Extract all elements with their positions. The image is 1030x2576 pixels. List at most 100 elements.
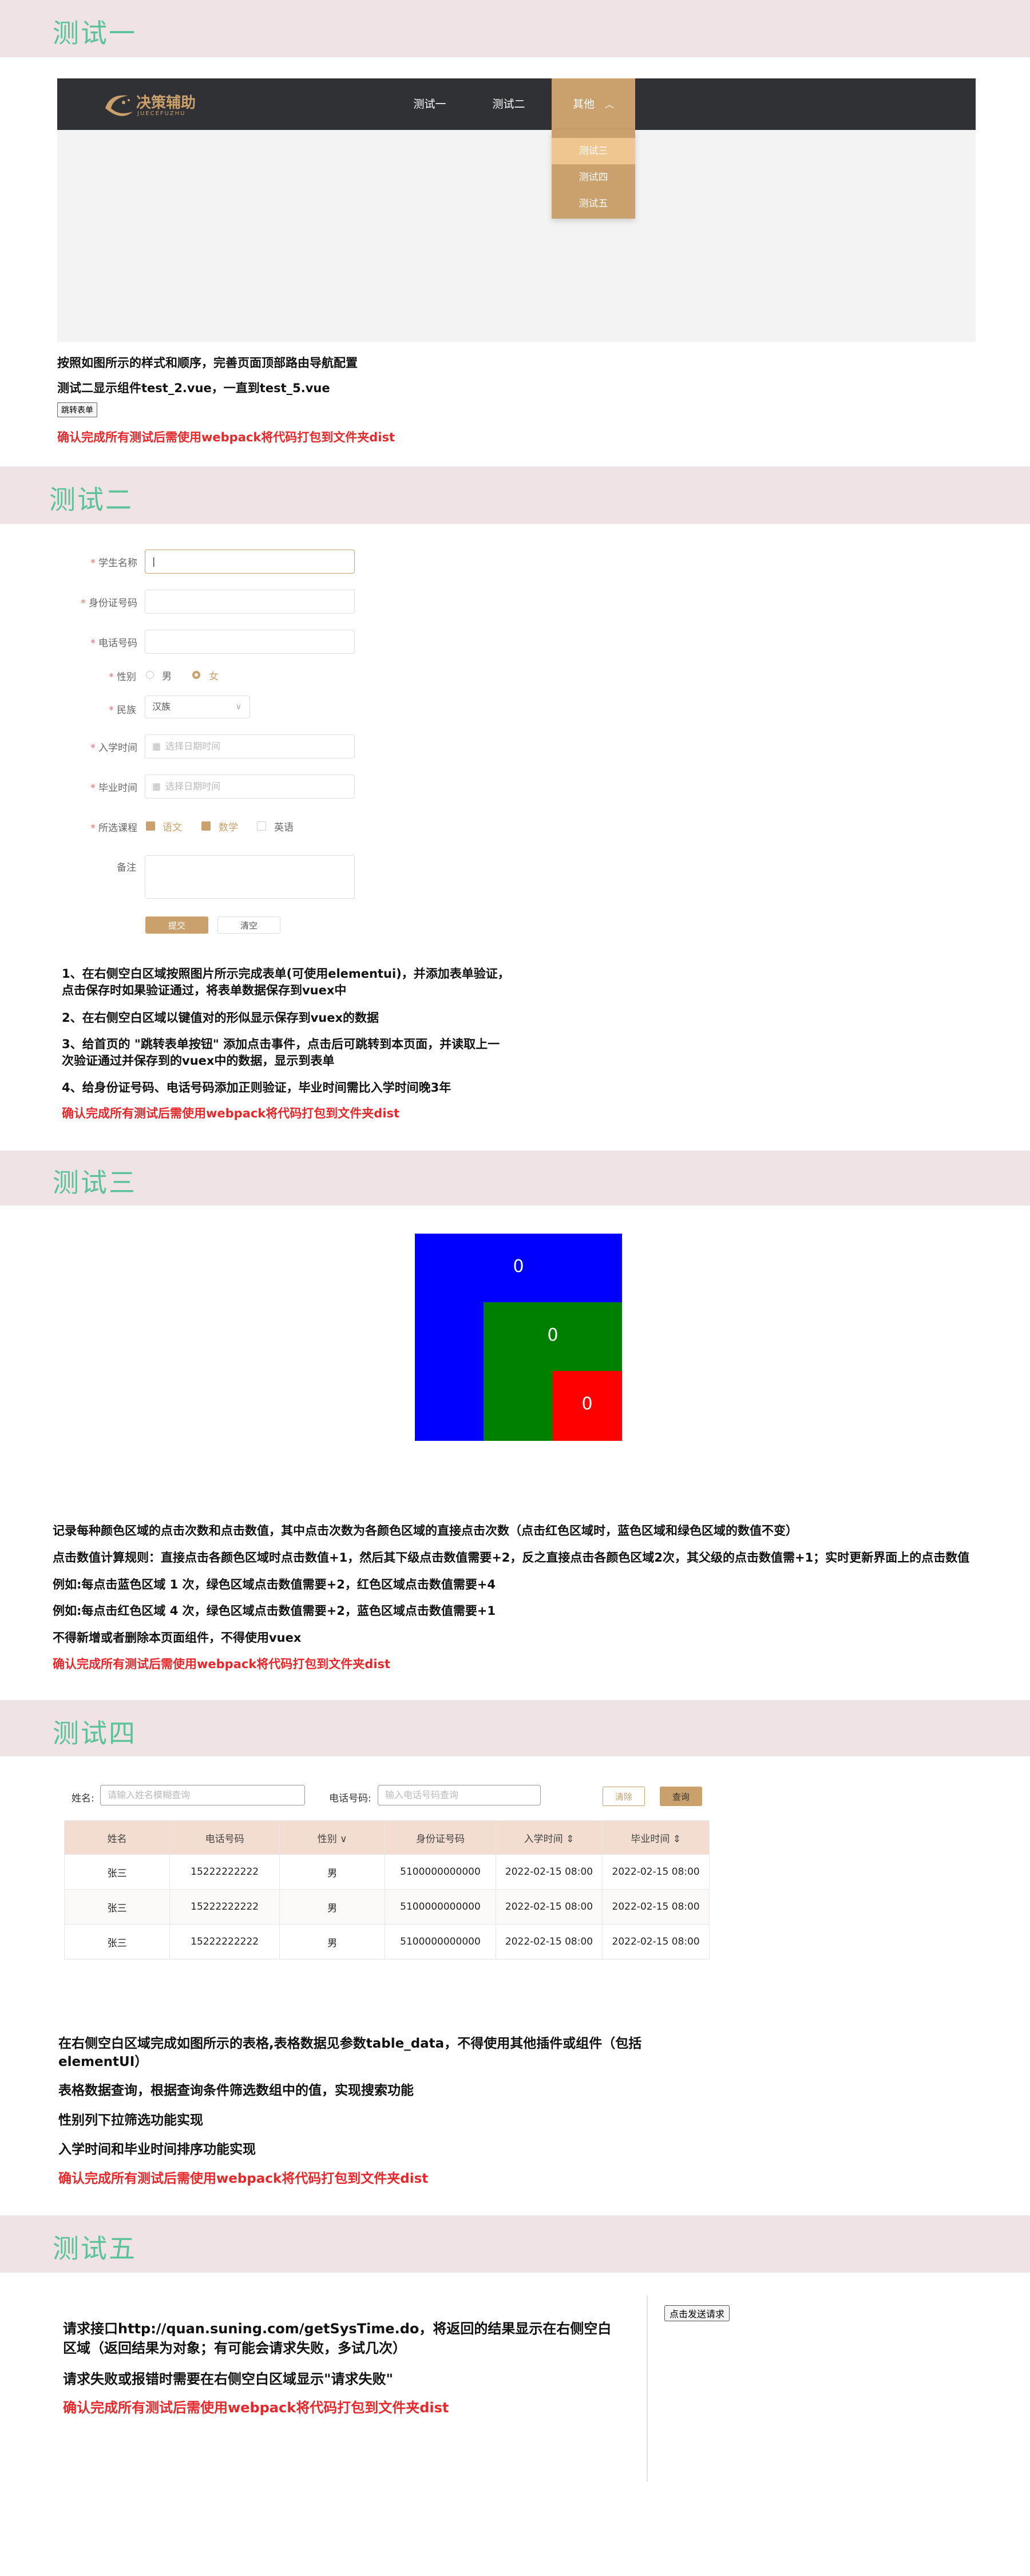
test3-desc-3: 例如:每点击蓝色区域 1 次，绿色区域点击数值需要+2，红色区域点击数值需要+4	[53, 1578, 496, 1591]
send-request-button[interactable]: 点击发送请求	[664, 2305, 730, 2321]
nation-select-value: 汉族	[152, 701, 171, 712]
table-cell: 2022-02-15 08:00	[495, 1854, 603, 1890]
nav-item-other[interactable]: 其他 ︿	[552, 78, 635, 130]
course-checkbox-chinese[interactable]	[146, 821, 155, 831]
table-row: 张三 15222222222 男 5100000000000 2022-02-1…	[64, 1924, 710, 1959]
label-nation: * 民族	[109, 705, 136, 716]
course-checkbox-english[interactable]	[257, 821, 266, 831]
graduate-time-picker[interactable]: ▦ 选择日期时间	[145, 775, 355, 799]
table-cell: 2022-02-15 08:00	[495, 1924, 603, 1959]
table-cell: 张三	[64, 1854, 171, 1890]
jump-form-button[interactable]: 跳转表单	[57, 402, 97, 417]
label-gender: * 性别	[109, 671, 136, 683]
test1-header: 测试一	[0, 0, 1030, 57]
test1-desc-2: 测试二显示组件test_2.vue，一直到test_5.vue	[57, 381, 330, 395]
test3-title: 测试三	[53, 1167, 137, 1198]
logo-swoosh-icon	[105, 95, 133, 116]
nav-item-other-label: 其他	[572, 98, 595, 110]
name-search-input[interactable]: 请输入姓名模糊查询	[100, 1785, 305, 1805]
enroll-time-placeholder: 选择日期时间	[165, 741, 221, 752]
test1-blank-area	[57, 130, 976, 342]
test4-title: 测试四	[53, 1718, 137, 1749]
table-cell: 张三	[64, 1889, 171, 1925]
course-checkbox-math[interactable]	[201, 821, 211, 831]
id-number-input[interactable]	[145, 590, 355, 614]
label-enroll-time: * 入学时间	[90, 742, 137, 754]
blue-click-count: 0	[513, 1257, 524, 1277]
gender-female-label: 女	[209, 671, 219, 682]
test2-step-3b: 次验证通过并保存到的vuex中的数据，显示到表单	[62, 1054, 335, 1068]
table-cell: 2022-02-15 08:00	[602, 1889, 710, 1925]
label-graduate-time: * 毕业时间	[90, 783, 137, 794]
col-gender-filter[interactable]: 性别 ∨	[279, 1820, 386, 1855]
test3-desc-4: 例如:每点击红色区域 4 次，绿色区域点击数值需要+2，蓝色区域点击数值需要+1	[53, 1604, 496, 1618]
test4-desc-1b: elementUI）	[58, 2055, 148, 2069]
test2-title: 测试二	[49, 484, 133, 515]
course-math-label: 数学	[219, 822, 238, 833]
table-row: 张三 15222222222 男 5100000000000 2022-02-1…	[64, 1889, 710, 1925]
green-click-count: 0	[547, 1325, 558, 1345]
col-graduate-sort[interactable]: 毕业时间 ⇕	[602, 1820, 710, 1855]
query-button[interactable]: 查询	[660, 1787, 702, 1806]
label-phone: * 电话号码	[90, 638, 137, 649]
nav-dropdown-menu: 测试三 测试四 测试五	[552, 130, 635, 219]
test4-desc-3: 性别列下拉筛选功能实现	[58, 2113, 203, 2128]
test4-desc-1a: 在右侧空白区域完成如图所示的表格,表格数据见参数table_data，不得使用其…	[58, 2036, 642, 2051]
enroll-time-picker[interactable]: ▦ 选择日期时间	[145, 734, 355, 758]
gender-radio-male[interactable]	[146, 671, 154, 679]
test3-note: 确认完成所有测试后需使用webpack将代码打包到文件夹dist	[53, 1657, 391, 1671]
table-cell: 15222222222	[169, 1889, 280, 1925]
green-area[interactable]: 0 0	[484, 1302, 622, 1441]
nav-item-test1[interactable]: 测试一	[398, 78, 461, 130]
red-click-count: 0	[581, 1394, 593, 1414]
test2-header: 测试二	[0, 467, 1030, 524]
gender-male-label: 男	[162, 671, 172, 682]
submit-button[interactable]: 提交	[145, 916, 208, 934]
calendar-icon: ▦	[152, 741, 161, 752]
table-cell: 2022-02-15 08:00	[602, 1854, 710, 1890]
test5-title: 测试五	[53, 2233, 137, 2264]
test2-step-4: 4、给身份证号码、电话号码添加正则验证，毕业时间需比入学时间晚3年	[62, 1081, 451, 1095]
remark-textarea[interactable]	[145, 855, 355, 899]
dropdown-item-test4[interactable]: 测试四	[552, 164, 635, 191]
dropdown-item-test5[interactable]: 测试五	[552, 191, 635, 217]
chevron-down-icon: ∨	[235, 702, 241, 712]
test1-note: 确认完成所有测试后需使用webpack将代码打包到文件夹dist	[57, 430, 395, 444]
label-id-number: * 身份证号码	[81, 598, 137, 609]
calendar-icon: ▦	[152, 781, 161, 792]
table-cell: 张三	[64, 1924, 171, 1959]
nation-select[interactable]: 汉族 ∨	[145, 696, 250, 718]
graduate-time-placeholder: 选择日期时间	[165, 781, 221, 792]
col-enroll-sort[interactable]: 入学时间 ⇕	[495, 1820, 603, 1855]
red-area[interactable]: 0	[552, 1371, 622, 1441]
dropdown-item-test3[interactable]: 测试三	[552, 138, 635, 164]
clear-form-button[interactable]: 清空	[217, 916, 280, 934]
table-cell: 15222222222	[169, 1854, 280, 1890]
test4-header: 测试四	[0, 1700, 1030, 1756]
test5-header: 测试五	[0, 2215, 1030, 2273]
blue-area[interactable]: 0 0 0	[415, 1234, 622, 1441]
nav-item-test2[interactable]: 测试二	[477, 78, 540, 130]
phone-search-input[interactable]: 输入电话号码查询	[378, 1785, 541, 1805]
chevron-up-icon: ︿	[605, 99, 615, 110]
test5-desc-2: 区域（返回结果为对象；有可能会请求失败，多试几次）	[63, 2340, 406, 2356]
logo-text: 决策辅助	[136, 94, 196, 112]
col-name: 姓名	[64, 1820, 171, 1855]
phone-input[interactable]	[145, 630, 355, 654]
label-courses: * 所选课程	[90, 823, 137, 834]
student-table: 姓名 电话号码 性别 ∨ 身份证号码 入学时间 ⇕ 毕业时间 ⇕ 张三 1522…	[64, 1820, 710, 1959]
test3-desc-2: 点击数值计算规则：直接点击各颜色区域时点击数值+1，然后其下级点击数值需要+2，…	[53, 1551, 970, 1564]
logo-subtext: JUECEFUZHU	[137, 110, 186, 117]
test5-desc-1: 请求接口http://quan.suning.com/getSysTime.do…	[63, 2321, 612, 2337]
course-english-label: 英语	[274, 822, 294, 833]
test5-note: 确认完成所有测试后需使用webpack将代码打包到文件夹dist	[63, 2400, 449, 2416]
clear-search-button[interactable]: 清除	[603, 1787, 645, 1806]
test2-step-1b: 点击保存时如果验证通过，将表单数据保存到vuex中	[62, 983, 347, 997]
gender-radio-female[interactable]	[192, 671, 200, 679]
phone-search-label: 电话号码:	[329, 1793, 371, 1804]
student-name-input[interactable]: |	[145, 550, 355, 574]
name-search-label: 姓名:	[72, 1793, 94, 1804]
table-cell: 5100000000000	[385, 1854, 496, 1890]
course-chinese-label: 语文	[163, 822, 182, 833]
label-remark: 备注	[117, 862, 136, 874]
